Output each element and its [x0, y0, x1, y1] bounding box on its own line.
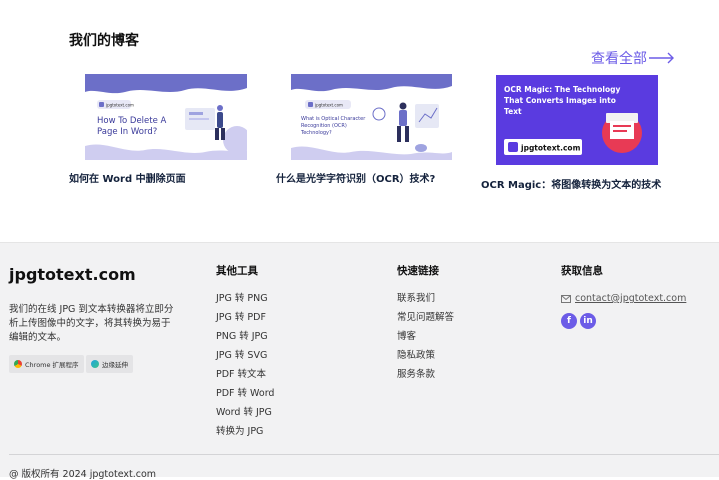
tool-link-convert-to-jpg[interactable]: 转换为 JPG: [216, 425, 274, 444]
footer-brand[interactable]: jpgtotext.com: [9, 265, 136, 284]
footer-description: 我们的在线 JPG 到文本转换器将立即分析上传图像中的文字，将其转换为易于编辑的…: [9, 304, 174, 343]
blog-title: 我们的博客: [69, 33, 139, 49]
thumb-text-2: That Converts Images into: [504, 96, 616, 105]
view-all-label: 查看全部: [591, 51, 647, 67]
blog-card-thumbnail[interactable]: OCR Magic: The Technology That Converts …: [496, 75, 658, 165]
copyright-text: @ 版权所有 2024 jpgtotext.com: [9, 469, 157, 480]
quick-links-list: 联系我们 常见问题解答 博客 隐私政策 服务条款: [397, 292, 454, 387]
blog-card-title[interactable]: 如何在 Word 中删除页面: [69, 170, 186, 185]
view-all-link[interactable]: 查看全部: [591, 48, 675, 68]
footer-divider: [9, 454, 719, 455]
quick-link-terms[interactable]: 服务条款: [397, 368, 454, 387]
blog-section: 我们的博客 查看全部 jpgtotext.com How To Delete A…: [0, 0, 719, 242]
get-info-title: 获取信息: [561, 265, 603, 277]
blog-card-thumbnail[interactable]: jpgtotext.com How To Delete A Page In Wo…: [85, 74, 247, 160]
tool-link-jpg-to-png[interactable]: JPG 转 PNG: [216, 292, 274, 311]
linkedin-icon[interactable]: in: [580, 313, 596, 329]
blog-card-thumbnail[interactable]: jpgtotext.com What is Optical Character …: [291, 74, 452, 160]
blog-card-title[interactable]: 什么是光学字符识别（OCR）技术?: [276, 170, 435, 185]
mail-icon: [561, 294, 571, 303]
thumb-text-2: Recognition (OCR): [301, 123, 347, 129]
thumb-text-2: Page In Word?: [97, 127, 157, 137]
tool-link-jpg-to-svg[interactable]: JPG 转 SVG: [216, 349, 274, 368]
thumb-text-1: OCR Magic: The Technology: [504, 85, 621, 94]
edge-extension-label: 边缘延伸: [102, 361, 128, 369]
chrome-extension-label: Chrome 扩展程序: [25, 361, 79, 369]
footer: jpgtotext.com 我们的在线 JPG 到文本转换器将立即分析上传图像中…: [0, 242, 719, 480]
other-tools-title: 其他工具: [216, 265, 258, 277]
thumb-brand: jpgtotext.com: [105, 103, 134, 108]
quick-link-privacy[interactable]: 隐私政策: [397, 349, 454, 368]
tool-link-pdf-to-text[interactable]: PDF 转文本: [216, 368, 274, 387]
quick-links-title: 快速链接: [397, 265, 439, 277]
tool-link-pdf-to-word[interactable]: PDF 转 Word: [216, 387, 274, 406]
thumb-text-3: Technology?: [300, 130, 332, 136]
email-address: contact@jpgtotext.com: [575, 293, 687, 304]
tool-link-word-to-jpg[interactable]: Word 转 JPG: [216, 406, 274, 425]
social-links: f in: [561, 313, 596, 329]
thumb-text-1: What is Optical Character: [301, 116, 366, 122]
thumb-brand: jpgtotext.com: [520, 144, 581, 153]
arrow-right-icon: [649, 52, 674, 64]
quick-link-faq[interactable]: 常见问题解答: [397, 311, 454, 330]
email-link[interactable]: contact@jpgtotext.com: [561, 293, 686, 304]
chrome-icon: [14, 360, 22, 368]
tool-link-jpg-to-pdf[interactable]: JPG 转 PDF: [216, 311, 274, 330]
chrome-extension-badge[interactable]: Chrome 扩展程序: [9, 355, 84, 373]
tool-link-png-to-jpg[interactable]: PNG 转 JPG: [216, 330, 274, 349]
blog-thumbnail-illustration: OCR Magic: The Technology That Converts …: [496, 75, 658, 165]
edge-extension-badge[interactable]: 边缘延伸: [86, 355, 133, 373]
other-tools-list: JPG 转 PNG JPG 转 PDF PNG 转 JPG JPG 转 SVG …: [216, 292, 274, 444]
edge-icon: [91, 360, 99, 368]
blog-thumbnail-illustration: jpgtotext.com How To Delete A Page In Wo…: [85, 74, 247, 160]
thumb-text-1: How To Delete A: [97, 116, 167, 126]
blog-thumbnail-illustration: jpgtotext.com What is Optical Character …: [291, 74, 452, 160]
quick-link-contact[interactable]: 联系我们: [397, 292, 454, 311]
thumb-text-3: Text: [504, 107, 522, 116]
thumb-brand: jpgtotext.com: [314, 103, 343, 108]
blog-card-title[interactable]: OCR Magic：将图像转换为文本的技术: [481, 176, 661, 191]
facebook-icon[interactable]: f: [561, 313, 577, 329]
quick-link-blog[interactable]: 博客: [397, 330, 454, 349]
